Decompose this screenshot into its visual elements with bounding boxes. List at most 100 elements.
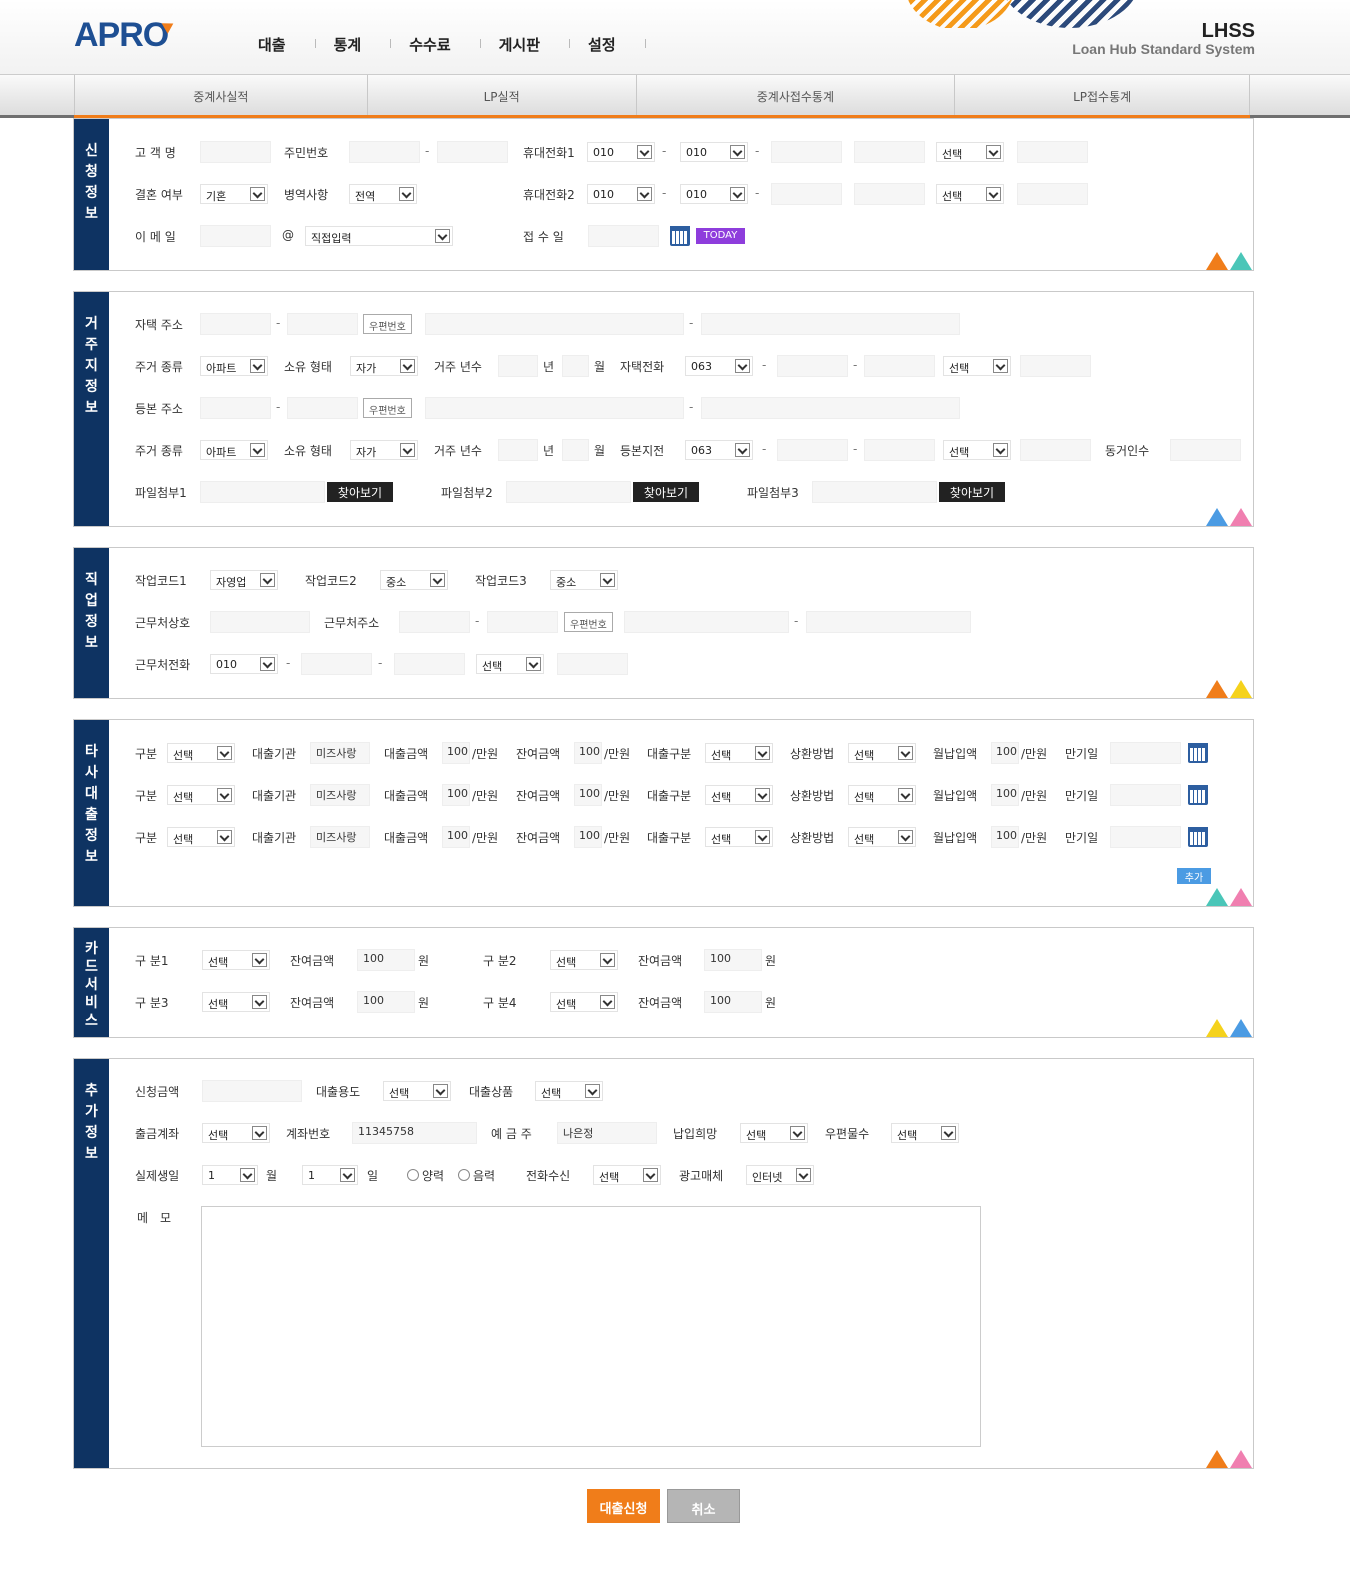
file2-browse-button[interactable]: 찾아보기: [633, 482, 699, 502]
military-select[interactable]: 전역: [349, 184, 417, 204]
lender-input[interactable]: 미즈사랑: [310, 826, 370, 848]
home-phone-area-select[interactable]: 063: [685, 356, 753, 376]
nav-fee[interactable]: 수수료: [391, 34, 482, 55]
registered-address-input[interactable]: [425, 397, 684, 419]
home-zip-button[interactable]: 우편번호: [363, 314, 412, 334]
home-phone-extra-input[interactable]: [1020, 355, 1091, 377]
phone2-last-input[interactable]: [854, 183, 925, 205]
card-balance4-input[interactable]: 100: [704, 991, 762, 1013]
calendar-icon[interactable]: [1188, 827, 1208, 847]
loan-type-select[interactable]: 선택: [705, 785, 773, 805]
receipt-date-input[interactable]: [588, 225, 659, 247]
subnav-broker-results[interactable]: 중계사실적: [75, 75, 368, 117]
phone1-type-select[interactable]: 선택: [936, 142, 1004, 162]
due-date-input[interactable]: [1110, 742, 1181, 764]
lender-input[interactable]: 미즈사랑: [310, 742, 370, 764]
registered-zip2-input[interactable]: [287, 397, 358, 419]
payment-preference-select[interactable]: 선택: [740, 1123, 808, 1143]
lunar-radio[interactable]: [458, 1169, 470, 1181]
calendar-icon[interactable]: [670, 226, 690, 246]
loan-amount-input[interactable]: 100: [442, 826, 470, 848]
subnav-lp-stats[interactable]: LP접수통계: [955, 75, 1250, 117]
category-select[interactable]: 선택: [167, 785, 235, 805]
subnav-lp-results[interactable]: LP실적: [368, 75, 637, 117]
repayment-select[interactable]: 선택: [848, 743, 916, 763]
balance-input[interactable]: 100: [574, 826, 602, 848]
phone2-extra-input[interactable]: [1017, 183, 1088, 205]
cancel-button[interactable]: 취소: [667, 1489, 740, 1523]
housing-type2-select[interactable]: 아파트: [200, 440, 268, 460]
home-address-input[interactable]: [425, 313, 684, 335]
registered-zip1-input[interactable]: [200, 397, 271, 419]
today-button[interactable]: TODAY: [696, 228, 745, 244]
calendar-icon[interactable]: [1188, 743, 1208, 763]
phone2-mid-input[interactable]: [771, 183, 842, 205]
file3-browse-button[interactable]: 찾아보기: [939, 482, 1005, 502]
home-phone-mid-input[interactable]: [777, 355, 848, 377]
ownership2-select[interactable]: 자가: [350, 440, 418, 460]
file2-input[interactable]: [506, 481, 631, 503]
married-select[interactable]: 기혼: [200, 184, 268, 204]
loan-purpose-select[interactable]: 선택: [383, 1081, 451, 1101]
registered-phone-mid-input[interactable]: [777, 439, 848, 461]
due-date-input[interactable]: [1110, 826, 1181, 848]
card-balance3-input[interactable]: 100: [357, 991, 415, 1013]
registered-phone-type-select[interactable]: 선택: [943, 440, 1011, 460]
cohabitants-input[interactable]: [1170, 439, 1241, 461]
registered-zip-button[interactable]: 우편번호: [363, 398, 412, 418]
file3-input[interactable]: [812, 481, 937, 503]
balance-input[interactable]: 100: [574, 742, 602, 764]
company-phone-extra-input[interactable]: [557, 653, 628, 675]
phone1-carrier-select[interactable]: 010: [587, 142, 655, 162]
call-receive-select[interactable]: 선택: [593, 1165, 661, 1185]
company-address-detail-input[interactable]: [806, 611, 971, 633]
rrn-front-input[interactable]: [349, 141, 420, 163]
company-address-input[interactable]: [624, 611, 789, 633]
file1-browse-button[interactable]: 찾아보기: [327, 482, 393, 502]
home-address-detail-input[interactable]: [701, 313, 960, 335]
residence-months-input[interactable]: [562, 355, 589, 377]
loan-amount-input[interactable]: 100: [442, 742, 470, 764]
rrn-back-input[interactable]: [437, 141, 508, 163]
submit-loan-button[interactable]: 대출신청: [587, 1489, 660, 1523]
card-balance2-input[interactable]: 100: [704, 949, 762, 971]
job-code1-select[interactable]: 자영업: [210, 570, 278, 590]
company-zip1-input[interactable]: [399, 611, 470, 633]
registered-address-detail-input[interactable]: [701, 397, 960, 419]
housing-type-select[interactable]: 아파트: [200, 356, 268, 376]
nav-loan[interactable]: 대출: [240, 34, 316, 55]
memo-textarea[interactable]: [201, 1206, 981, 1447]
nav-stats[interactable]: 통계: [316, 34, 392, 55]
name-input[interactable]: [200, 141, 271, 163]
category-select[interactable]: 선택: [167, 827, 235, 847]
lender-input[interactable]: 미즈사랑: [310, 784, 370, 806]
account-number-input[interactable]: 11345758: [352, 1122, 477, 1144]
job-code3-select[interactable]: 중소: [550, 570, 618, 590]
residence-months2-input[interactable]: [562, 439, 589, 461]
monthly-payment-input[interactable]: 100: [991, 826, 1019, 848]
registered-phone-last-input[interactable]: [864, 439, 935, 461]
phone2-prefix-select[interactable]: 010: [680, 184, 748, 204]
file1-input[interactable]: [200, 481, 325, 503]
calendar-icon[interactable]: [1188, 785, 1208, 805]
birth-month-select[interactable]: 1: [202, 1165, 258, 1185]
loan-product-select[interactable]: 선택: [535, 1081, 603, 1101]
email-id-input[interactable]: [200, 225, 271, 247]
company-phone-mid-input[interactable]: [301, 653, 372, 675]
job-code2-select[interactable]: 중소: [380, 570, 448, 590]
balance-input[interactable]: 100: [574, 784, 602, 806]
repayment-select[interactable]: 선택: [848, 827, 916, 847]
apro-logo[interactable]: APRO: [74, 16, 169, 55]
phone2-type-select[interactable]: 선택: [936, 184, 1004, 204]
request-amount-input[interactable]: [202, 1080, 302, 1102]
mail-receipt-select[interactable]: 선택: [891, 1123, 959, 1143]
solar-radio[interactable]: [407, 1169, 419, 1181]
phone1-mid-input[interactable]: [771, 141, 842, 163]
subnav-broker-stats[interactable]: 중계사접수통계: [637, 75, 956, 117]
nav-board[interactable]: 게시판: [481, 34, 571, 55]
card-cat1-select[interactable]: 선택: [202, 950, 270, 970]
company-name-input[interactable]: [210, 611, 310, 633]
monthly-payment-input[interactable]: 100: [991, 784, 1019, 806]
residence-years-input[interactable]: [498, 355, 538, 377]
ownership-select[interactable]: 자가: [350, 356, 418, 376]
